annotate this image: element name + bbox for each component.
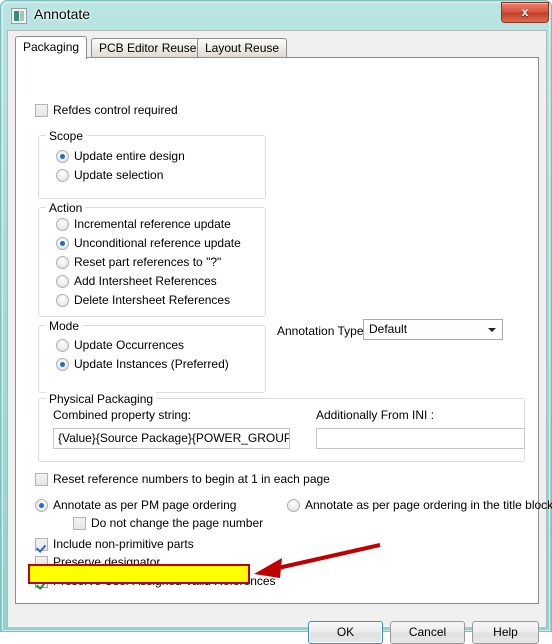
additionally-from-ini-input[interactable] <box>316 428 525 449</box>
annotation-type-value: Default <box>369 322 408 336</box>
checkbox-label: Include non-primitive parts <box>53 537 194 551</box>
radio-dot <box>56 218 69 231</box>
group-action: Action Incremental reference update Unco… <box>38 201 266 317</box>
tab-pcb-editor-reuse[interactable]: PCB Editor Reuse <box>91 38 205 58</box>
tab-packaging[interactable]: Packaging <box>15 36 88 59</box>
checkbox-box <box>73 517 86 530</box>
title-bar[interactable]: Annotate x <box>1 1 552 30</box>
checkbox-label: Do not change the page number <box>91 516 264 530</box>
help-button[interactable]: Help <box>472 621 539 644</box>
group-scope: Scope Update entire design Update select… <box>38 129 266 199</box>
combined-property-label: Combined property string: <box>53 408 192 422</box>
annotation-arrow <box>254 543 381 578</box>
chevron-down-icon[interactable] <box>484 321 501 338</box>
checkbox-box <box>35 538 48 551</box>
checkbox-label: Refdes control required <box>53 103 178 117</box>
annotation-type-label: Annotation Type <box>277 324 364 338</box>
window-title: Annotate <box>34 6 91 22</box>
ok-button[interactable]: OK <box>308 621 383 644</box>
radio-dot <box>56 256 69 269</box>
radio-dot <box>287 499 300 512</box>
radio-label: Add Intersheet References <box>74 274 217 288</box>
group-mode: Mode Update Occurrences Update Instances… <box>38 319 266 393</box>
radio-dot <box>56 237 69 250</box>
radio-label: Update Occurrences <box>74 338 185 352</box>
radio-label: Unconditional reference update <box>74 236 241 250</box>
radio-label: Annotate as per page ordering in the tit… <box>305 498 552 512</box>
radio-label: Update selection <box>74 168 164 182</box>
radio-label: Update Instances (Preferred) <box>74 357 229 371</box>
radio-label: Delete Intersheet References <box>74 293 231 307</box>
annotation-type-select[interactable]: Default <box>363 319 503 340</box>
tab-layout-reuse[interactable]: Layout Reuse <box>197 38 288 58</box>
radio-label: Annotate as per PM page ordering <box>53 498 237 512</box>
radio-label: Reset part references to "?" <box>74 255 222 269</box>
radio-dot <box>56 294 69 307</box>
radio-dot <box>56 275 69 288</box>
dialog-client: Packaging PCB Editor Reuse Layout Reuse … <box>7 30 552 644</box>
tab-page-packaging: Refdes control required Scope Update ent… <box>15 57 552 604</box>
group-mode-title: Mode <box>46 319 83 333</box>
radio-dot <box>35 499 48 512</box>
combined-property-input[interactable]: {Value}{Source Package}{POWER_GROUP} <box>53 428 290 449</box>
group-physical-packaging: Physical Packaging Combined property str… <box>38 392 525 462</box>
group-physical-packaging-title: Physical Packaging <box>46 392 157 406</box>
checkbox-label: Reset reference numbers to begin at 1 in… <box>53 472 330 486</box>
radio-dot <box>56 169 69 182</box>
radio-dot <box>56 358 69 371</box>
dialog-window: Annotate x Packaging PCB Editor Reuse La… <box>0 0 552 644</box>
radio-label: Incremental reference update <box>74 217 231 231</box>
checkbox-box <box>35 473 48 486</box>
app-window-icon <box>11 8 27 24</box>
cancel-button[interactable]: Cancel <box>390 621 465 644</box>
radio-dot <box>56 339 69 352</box>
checkbox-box <box>35 104 48 117</box>
highlight-annotation-box <box>28 564 250 584</box>
group-action-title: Action <box>46 201 86 215</box>
group-scope-title: Scope <box>46 129 87 143</box>
additionally-from-ini-label: Additionally From INI : <box>316 408 435 422</box>
radio-label: Update entire design <box>74 149 185 163</box>
close-icon[interactable]: x <box>501 2 549 23</box>
radio-dot <box>56 150 69 163</box>
